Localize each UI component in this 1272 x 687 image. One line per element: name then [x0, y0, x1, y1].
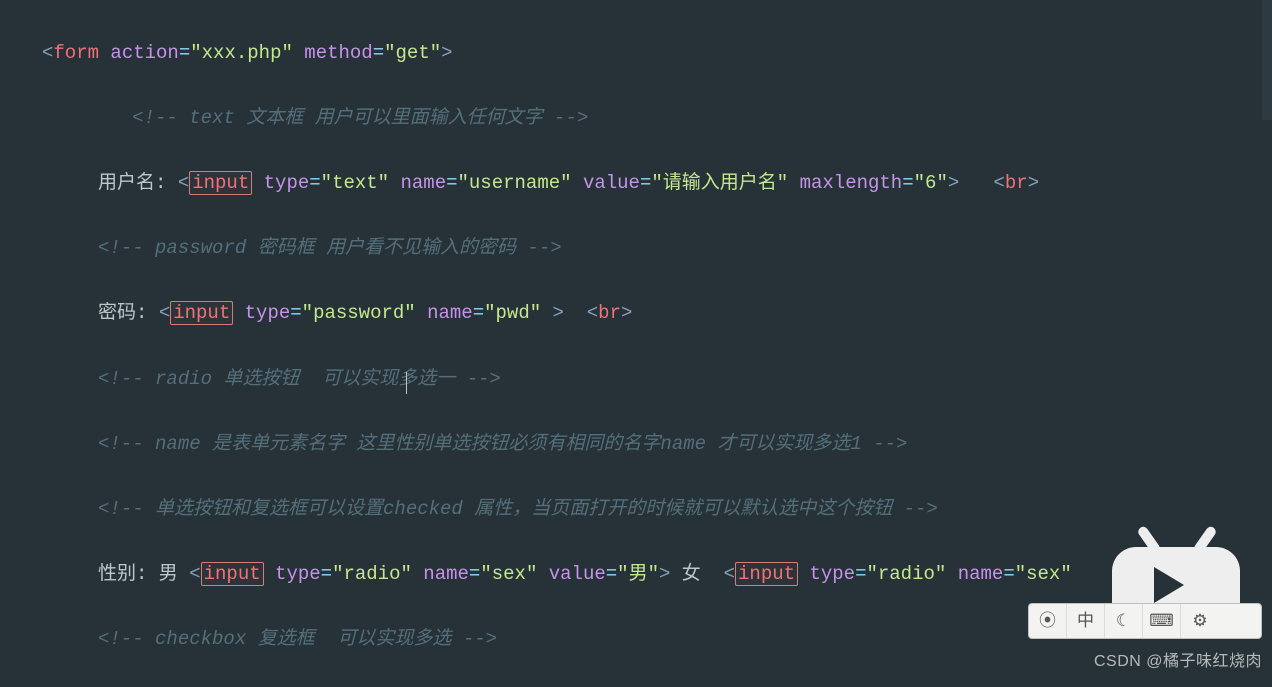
code-editor[interactable]: <form action="xxx.php" method="get"> <!-…: [0, 0, 1272, 687]
line-comment-pwd: <!-- password 密码框 用户看不见输入的密码 -->: [42, 232, 1272, 265]
line-comment-radio3: <!-- 单选按钮和复选框可以设置checked 属性，当页面打开的时候就可以默…: [42, 493, 1272, 526]
minimap[interactable]: [1262, 0, 1272, 120]
line-form-open: <form action="xxx.php" method="get">: [42, 37, 1272, 70]
ime-moon-icon[interactable]: ☾: [1105, 604, 1143, 638]
ime-settings-icon[interactable]: ⚙: [1181, 604, 1219, 638]
line-comment-radio2: <!-- name 是表单元素名字 这里性别单选按钮必须有相同的名字name 才…: [42, 428, 1272, 461]
input-tag: input: [189, 171, 252, 195]
line-password: 密码: <input type="password" name="pwd" > …: [42, 297, 1272, 330]
input-tag: input: [201, 562, 264, 586]
csdn-watermark: CSDN @橘子味红烧肉: [1094, 646, 1262, 679]
text-cursor: [406, 372, 407, 394]
ime-toggle-icon[interactable]: ⦿: [1029, 604, 1067, 638]
input-tag: input: [735, 562, 798, 586]
line-comment-text: <!-- text 文本框 用户可以里面输入任何文字 -->: [42, 102, 1272, 135]
ime-keyboard-icon[interactable]: ⌨: [1143, 604, 1181, 638]
ime-lang-zh[interactable]: 中: [1067, 604, 1105, 638]
input-tag: input: [170, 301, 233, 325]
line-sex: 性别: 男 <input type="radio" name="sex" val…: [42, 558, 1272, 591]
line-username: 用户名: <input type="text" name="username" …: [42, 167, 1272, 200]
line-comment-radio1: <!-- radio 单选按钮 可以实现多选一 -->: [42, 363, 1272, 396]
ime-language-bar[interactable]: ⦿ 中 ☾ ⌨ ⚙: [1028, 603, 1262, 639]
